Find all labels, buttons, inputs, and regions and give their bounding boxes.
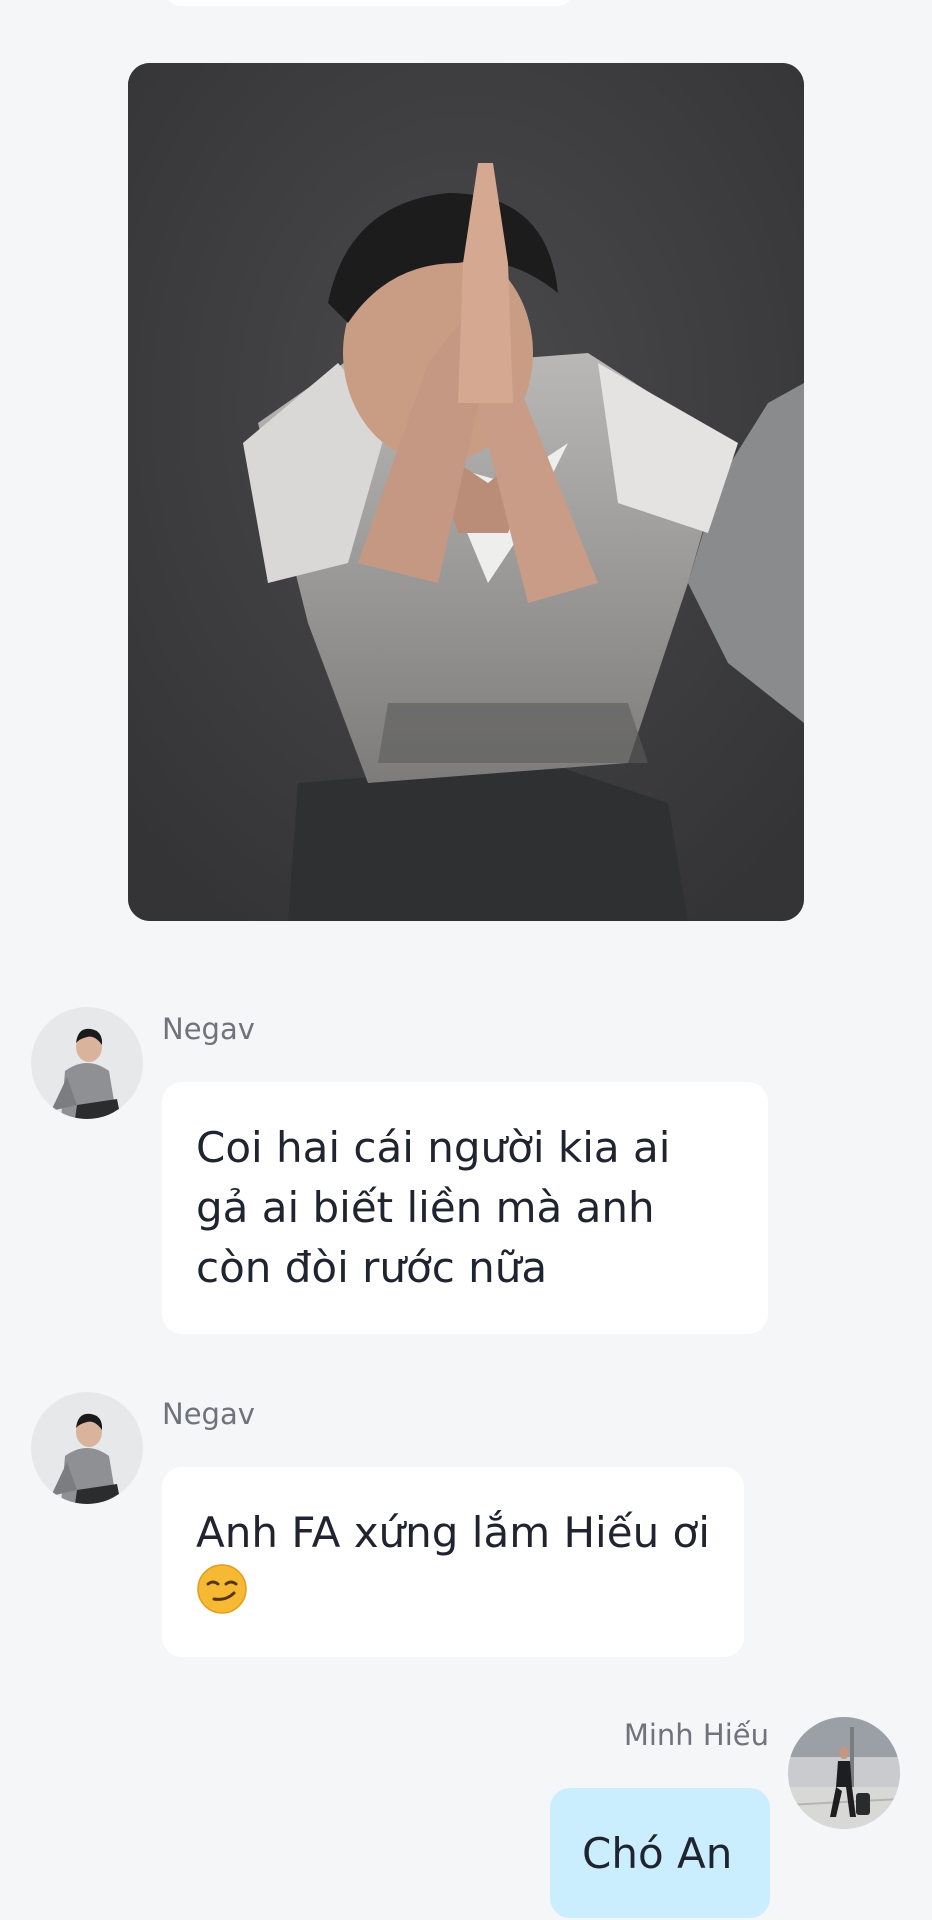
avatar[interactable] (788, 1717, 900, 1829)
sender-name: Minh Hiếu (623, 1718, 769, 1752)
smirk-emoji-icon (196, 1563, 248, 1631)
message-text: Coi hai cái người kia ai gả ai biết liền… (196, 1123, 671, 1292)
previous-message-bubble[interactable] (166, 0, 572, 6)
sender-name: Negav (162, 1012, 255, 1046)
avatar[interactable] (31, 1392, 143, 1504)
sender-name: Negav (162, 1397, 255, 1431)
message-text: Anh FA xứng lắm Hiếu ơi (196, 1508, 710, 1557)
image-photo (128, 63, 804, 921)
message-bubble[interactable]: Anh FA xứng lắm Hiếu ơi (162, 1467, 744, 1657)
avatar[interactable] (31, 1007, 143, 1119)
avatar-negav-icon (31, 1007, 143, 1119)
message-bubble[interactable]: Coi hai cái người kia ai gả ai biết liền… (162, 1082, 768, 1334)
avatar-negav-icon (31, 1392, 143, 1504)
avatar-minh-hieu-icon (788, 1717, 900, 1829)
image-message[interactable] (128, 63, 804, 921)
message-bubble-outgoing[interactable]: Chó An (550, 1788, 770, 1918)
chat-thread: Negav Coi hai cái người kia ai gả ai biế… (0, 0, 932, 1920)
message-text: Chó An (582, 1829, 733, 1878)
